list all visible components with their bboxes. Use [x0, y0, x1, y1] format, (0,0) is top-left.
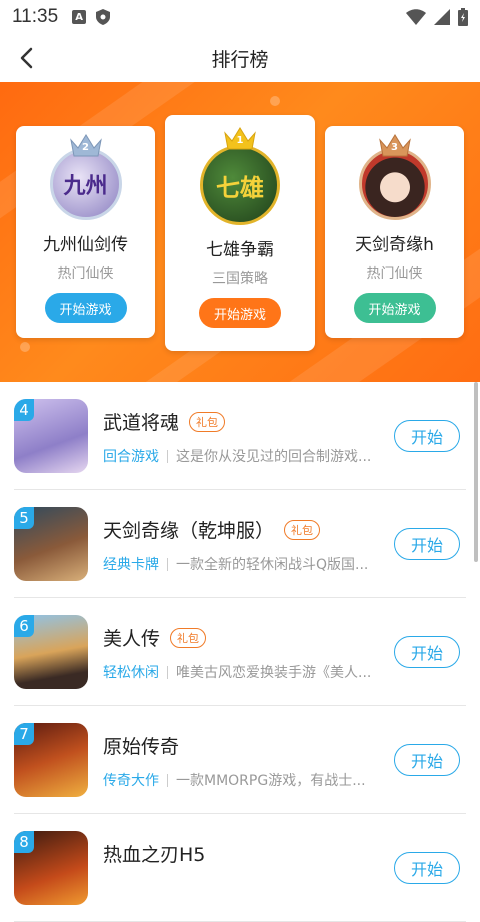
game-meta: 轻松休闲 唯美古风恋爱换装手游《美人...	[103, 662, 383, 682]
ranking-list: 4 武道将魂 礼包 回合游戏 这是你从没见过的回合制游戏... 开始 5 天剑奇…	[0, 382, 480, 922]
game-description: 一款MMORPG游戏，有战士...	[176, 773, 366, 789]
back-button[interactable]	[10, 42, 42, 74]
game-name: 美人传 礼包	[103, 624, 207, 651]
game-tag: 回合游戏	[103, 449, 159, 465]
bronze-crown-icon: 3	[378, 132, 412, 158]
game-name: 七雄争霸	[206, 240, 274, 260]
start-button[interactable]: 开始	[394, 852, 460, 884]
game-category: 热门仙侠	[366, 266, 423, 282]
list-item[interactable]: 5 天剑奇缘（乾坤服） 礼包 经典卡牌 一款全新的轻休闲战斗Q版国... 开始	[14, 490, 466, 598]
top-card-rank-1[interactable]: 1 七雄 七雄争霸 三国策略 开始游戏	[165, 115, 315, 351]
game-icon: 6	[14, 615, 88, 689]
status-bar: 11:35 A	[0, 0, 480, 34]
start-button[interactable]: 开始	[394, 420, 460, 452]
gold-crown-icon: 1	[223, 125, 257, 151]
game-category: 三国策略	[212, 271, 268, 287]
start-game-button[interactable]: 开始游戏	[44, 293, 127, 323]
signal-icon	[434, 9, 450, 25]
game-icon: 7	[14, 723, 88, 797]
nav-bar: 排行榜	[0, 34, 480, 82]
game-category: 热门仙侠	[57, 266, 114, 282]
game-name: 武道将魂 礼包	[103, 408, 226, 435]
avatar-wrap: 1 七雄	[200, 127, 280, 225]
top-card-rank-2[interactable]: 2 九州 九州仙剑传 热门仙侠 开始游戏	[16, 126, 155, 338]
list-item[interactable]: 6 美人传 礼包 轻松休闲 唯美古风恋爱换装手游《美人... 开始	[14, 598, 466, 706]
game-icon: 4	[14, 399, 88, 473]
list-item[interactable]: 4 武道将魂 礼包 回合游戏 这是你从没见过的回合制游戏... 开始	[14, 382, 466, 490]
chevron-left-icon	[20, 47, 33, 69]
silver-crown-icon: 2	[69, 132, 103, 158]
game-meta: 回合游戏 这是你从没见过的回合制游戏...	[103, 446, 383, 466]
a-icon: A	[72, 10, 87, 24]
game-description: 唯美古风恋爱换装手游《美人...	[176, 665, 372, 681]
battery-icon	[458, 8, 468, 26]
game-description: 这是你从没见过的回合制游戏...	[176, 449, 372, 465]
shield-icon	[96, 9, 111, 25]
game-avatar: 七雄	[200, 145, 280, 225]
start-game-button[interactable]: 开始游戏	[353, 293, 436, 323]
game-name: 天剑奇缘h	[355, 235, 434, 255]
game-name: 天剑奇缘（乾坤服） 礼包	[103, 516, 321, 543]
game-tag: 传奇大作	[103, 773, 159, 789]
game-avatar: 九州	[49, 148, 122, 220]
game-name: 九州仙剑传	[43, 235, 128, 255]
game-meta: 传奇大作 一款MMORPG游戏，有战士...	[103, 770, 383, 790]
list-item[interactable]: 8 热血之刃H5 开始	[14, 814, 466, 922]
divider	[167, 557, 168, 571]
game-meta: 经典卡牌 一款全新的轻休闲战斗Q版国...	[103, 554, 383, 574]
start-button[interactable]: 开始	[394, 528, 460, 560]
gift-badge: 礼包	[189, 411, 226, 432]
status-left-icons: A	[72, 9, 111, 25]
start-game-button[interactable]: 开始游戏	[199, 298, 281, 328]
game-tag: 经典卡牌	[103, 557, 159, 573]
scrollbar[interactable]	[474, 382, 478, 562]
divider	[167, 449, 168, 463]
start-button[interactable]: 开始	[394, 744, 460, 776]
gift-badge: 礼包	[170, 627, 207, 648]
status-right-icons	[406, 8, 468, 26]
status-time: 11:35	[12, 6, 59, 27]
game-name: 原始传奇	[103, 736, 180, 758]
game-description: 一款全新的轻休闲战斗Q版国...	[176, 557, 369, 573]
game-icon: 5	[14, 507, 88, 581]
top-card-rank-3[interactable]: 3 天剑奇缘h 热门仙侠 开始游戏	[325, 126, 464, 338]
page-title: 排行榜	[211, 48, 269, 71]
avatar-wrap: 2 九州	[49, 134, 122, 220]
top-three-banner: 2 九州 九州仙剑传 热门仙侠 开始游戏 1 七雄 七雄争霸 三国策略 开始游戏	[0, 82, 480, 382]
list-item[interactable]: 7 原始传奇 传奇大作 一款MMORPG游戏，有战士... 开始	[14, 706, 466, 814]
game-icon: 8	[14, 831, 88, 905]
divider	[167, 665, 168, 679]
wifi-icon	[406, 9, 426, 25]
divider	[167, 773, 168, 787]
game-tag: 轻松休闲	[103, 665, 159, 681]
gift-badge: 礼包	[284, 519, 321, 540]
start-button[interactable]: 开始	[394, 636, 460, 668]
avatar-wrap: 3	[358, 134, 431, 220]
game-avatar	[358, 148, 431, 220]
